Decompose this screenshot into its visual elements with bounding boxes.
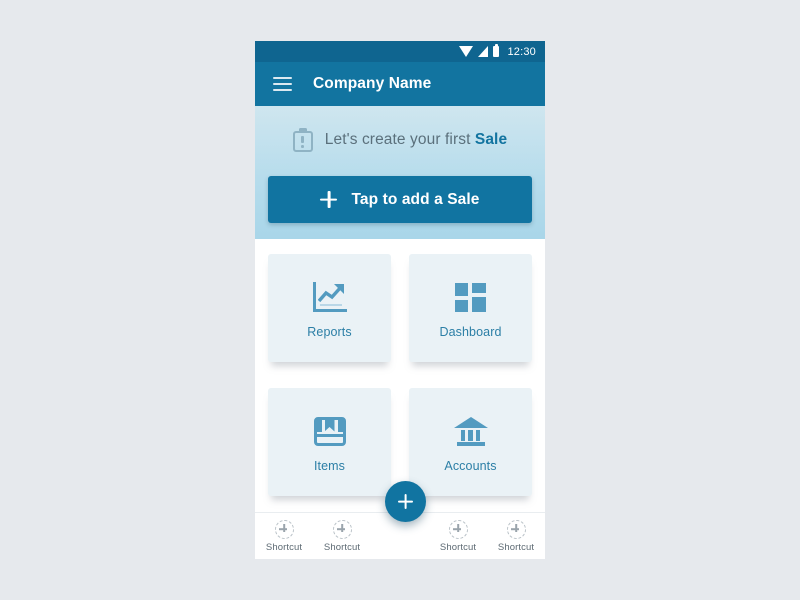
clipboard-alert-icon — [292, 128, 313, 152]
status-bar: 12:30 — [255, 41, 545, 62]
app-title: Company Name — [313, 75, 432, 92]
card-icon-wrap — [453, 411, 488, 451]
package-box-icon — [313, 416, 346, 446]
card-icon-wrap — [313, 411, 346, 451]
chart-axis-horizontal — [312, 308, 347, 312]
plus-icon — [320, 191, 337, 208]
card-icon-wrap — [455, 277, 486, 317]
shortcut-slot-3[interactable]: Shortcut — [429, 519, 487, 553]
hamburger-line — [273, 88, 292, 91]
shortcut-slot-1[interactable]: Shortcut — [255, 519, 313, 553]
shortcut-label: Shortcut — [497, 541, 535, 553]
chart-trend-up-icon — [312, 282, 347, 312]
wifi-icon — [459, 46, 474, 57]
hamburger-line — [273, 82, 292, 86]
bank-base — [456, 441, 485, 446]
phone-screen: 12:30 Company Name Let's create your fir… — [255, 41, 545, 559]
chart-axis-vertical — [312, 282, 316, 312]
add-circle-dashed-icon — [274, 519, 294, 539]
grid-tiles-icon — [455, 282, 486, 312]
bank-column — [468, 429, 473, 441]
plus-icon — [398, 494, 413, 509]
card-label-reports: Reports — [307, 325, 352, 339]
package-frame — [313, 416, 346, 446]
add-circle-dashed-icon — [332, 519, 352, 539]
shortcut-label: Shortcut — [439, 541, 477, 553]
card-reports[interactable]: Reports — [268, 254, 391, 362]
shortcut-label: Shortcut — [323, 541, 361, 553]
add-circle-dashed-icon — [448, 519, 468, 539]
exclamation-dot — [301, 145, 304, 148]
card-accounts[interactable]: Accounts — [409, 388, 532, 496]
promo-headline-row: Let's create your first Sale — [255, 124, 545, 156]
grid-tile-bottom-left — [455, 299, 468, 312]
bank-roof — [453, 416, 488, 428]
promo-text: Let's create your first Sale — [325, 131, 507, 149]
card-label-items: Items — [313, 459, 346, 473]
shortcut-slot-4[interactable]: Shortcut — [487, 519, 545, 553]
chart-trend-line — [317, 284, 344, 303]
add-sale-button-label: Tap to add a Sale — [351, 190, 480, 208]
card-label-dashboard: Dashboard — [439, 325, 502, 339]
add-sale-button[interactable]: Tap to add a Sale — [268, 176, 532, 223]
bank-column — [475, 429, 481, 441]
clipboard-clip — [298, 128, 307, 133]
card-dashboard[interactable]: Dashboard — [409, 254, 532, 362]
exclamation-stem — [301, 136, 304, 143]
status-icon-group: 12:30 — [459, 44, 536, 58]
hamburger-line — [273, 77, 292, 80]
grid-tile-top-right — [472, 282, 486, 293]
add-circle-dashed-icon — [506, 519, 526, 539]
promo-text-accent: Sale — [474, 131, 508, 148]
signal-icon — [478, 46, 489, 57]
bank-column — [460, 429, 465, 441]
grid-tile-bottom-right — [472, 296, 486, 312]
app-bar: Company Name — [255, 62, 545, 106]
grid-tile-top-left — [455, 282, 468, 296]
card-icon-wrap — [312, 277, 347, 317]
battery-icon — [493, 44, 500, 57]
promo-text-prefix: Let's create your first — [324, 131, 475, 148]
card-label-accounts: Accounts — [444, 459, 497, 473]
card-items[interactable]: Items — [268, 388, 391, 496]
shortcut-label: Shortcut — [265, 541, 303, 553]
hamburger-menu-icon[interactable] — [273, 77, 292, 91]
status-bar-time: 12:30 — [507, 45, 536, 58]
promo-banner: Let's create your first Sale Tap to add … — [255, 106, 545, 239]
shortcut-slot-2[interactable]: Shortcut — [313, 519, 371, 553]
floating-action-button[interactable] — [385, 481, 426, 522]
shortcut-card-grid: Reports Dashboard Items Accounts — [255, 239, 545, 517]
bank-building-icon — [453, 416, 488, 446]
